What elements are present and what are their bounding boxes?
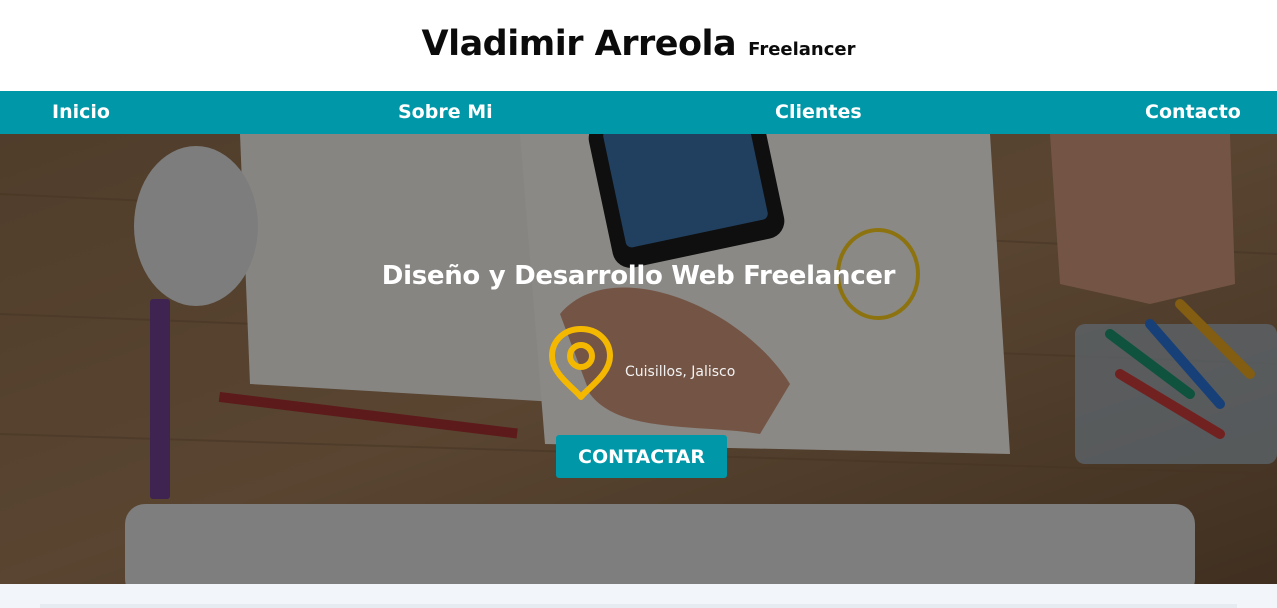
main-nav: Inicio Sobre Mi Clientes Contacto: [0, 91, 1277, 134]
brand: Vladimir Arreola Freelancer: [421, 24, 855, 64]
nav-link-clientes[interactable]: Clientes: [775, 91, 862, 134]
map-pin-icon: [549, 326, 613, 400]
site-header: Vladimir Arreola Freelancer: [0, 0, 1277, 91]
hero: Diseño y Desarrollo Web Freelancer Cuisi…: [0, 134, 1277, 584]
hero-title: Diseño y Desarrollo Web Freelancer: [381, 261, 896, 291]
nav-link-inicio[interactable]: Inicio: [52, 91, 110, 134]
contactar-button[interactable]: CONTACTAR: [556, 435, 727, 478]
section-divider: [40, 604, 1237, 608]
location-text: Cuisillos, Jalisco: [625, 364, 736, 380]
brand-name: Vladimir Arreola: [421, 23, 737, 64]
brand-role: Freelancer: [748, 38, 856, 60]
location: Cuisillos, Jalisco: [548, 325, 735, 401]
nav-link-sobre-mi[interactable]: Sobre Mi: [398, 91, 493, 134]
nav-link-contacto[interactable]: Contacto: [1145, 91, 1241, 134]
